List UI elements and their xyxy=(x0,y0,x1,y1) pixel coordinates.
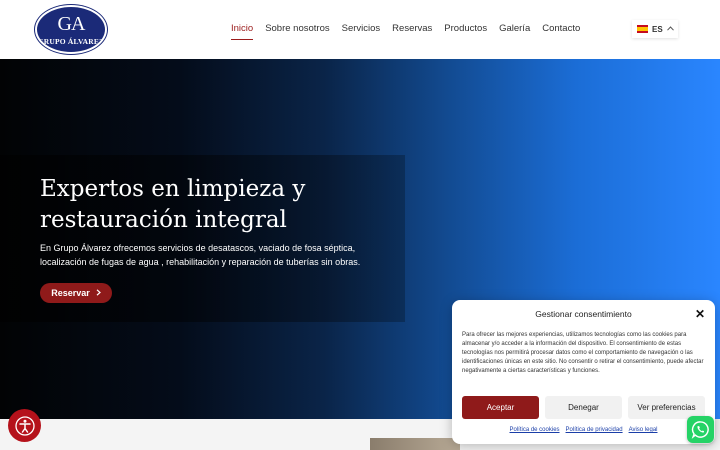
hero-description: En Grupo Álvarez ofrecemos servicios de … xyxy=(40,243,361,267)
hero-title: Expertos en limpieza y restauración inte… xyxy=(40,176,306,233)
grupo-alvarez-logo[interactable]: GA GRUPO ÁLVAREZ xyxy=(35,5,107,54)
main-nav: Inicio Sobre nosotros Servicios Reservas… xyxy=(225,22,586,40)
logo-monogram: GA xyxy=(57,13,86,35)
accept-button[interactable]: Aceptar xyxy=(462,396,539,419)
language-switcher[interactable]: ES xyxy=(632,20,678,38)
consent-title: Gestionar consentimiento xyxy=(535,309,632,319)
deny-button[interactable]: Denegar xyxy=(545,396,622,419)
reservar-button-label: Reservar xyxy=(51,288,90,298)
chevron-up-icon xyxy=(666,25,674,33)
legal-notice-link[interactable]: Aviso legal xyxy=(629,427,658,433)
nav-item-servicios[interactable]: Servicios xyxy=(336,22,387,36)
logo-brand-name: GRUPO ÁLVAREZ xyxy=(37,37,105,46)
consent-body-text: Para ofrecer las mejores experiencias, u… xyxy=(462,332,704,374)
cookie-policy-link[interactable]: Política de cookies xyxy=(510,427,560,433)
chevron-right-icon xyxy=(96,288,101,298)
reservar-button[interactable]: Reservar xyxy=(40,283,112,303)
accessibility-icon[interactable] xyxy=(8,409,41,442)
nav-item-galeria[interactable]: Galería xyxy=(493,22,536,36)
nav-item-sobre-nosotros[interactable]: Sobre nosotros xyxy=(259,22,335,36)
language-code: ES xyxy=(652,24,663,34)
spain-flag-icon xyxy=(637,25,648,33)
site-header: GA GRUPO ÁLVAREZ Inicio Sobre nosotros S… xyxy=(0,0,720,59)
section-photo xyxy=(370,438,460,450)
close-icon[interactable]: ✕ xyxy=(695,308,705,320)
nav-item-contacto[interactable]: Contacto xyxy=(536,22,586,36)
cookie-consent-dialog: Gestionar consentimiento ✕ Para ofrecer … xyxy=(452,300,715,444)
consent-links: Política de cookies Política de privacid… xyxy=(452,427,715,433)
privacy-policy-link[interactable]: Política de privacidad xyxy=(566,427,623,433)
whatsapp-icon[interactable] xyxy=(687,416,714,443)
nav-item-inicio[interactable]: Inicio xyxy=(225,22,259,40)
nav-item-reservas[interactable]: Reservas xyxy=(386,22,438,36)
nav-item-productos[interactable]: Productos xyxy=(438,22,493,36)
